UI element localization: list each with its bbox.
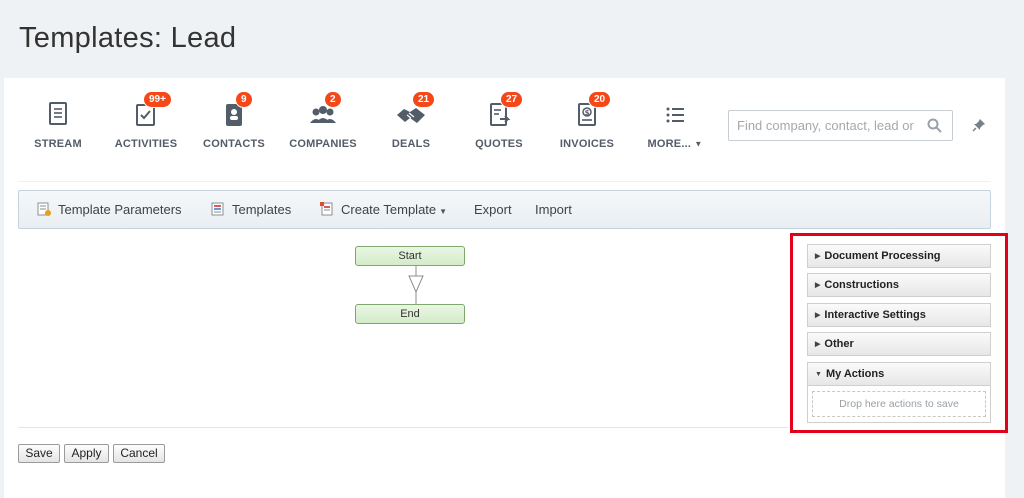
page-title: Templates: Lead bbox=[19, 22, 237, 54]
drop-zone[interactable]: Drop here actions to save bbox=[812, 390, 986, 417]
templates-label: Templates bbox=[232, 202, 292, 217]
designer-toolbar: Template Parameters Templates Create Tem… bbox=[18, 190, 991, 229]
triangle-right-icon: ▶ bbox=[815, 341, 821, 349]
companies-icon: 2 bbox=[310, 91, 342, 129]
cancel-button[interactable]: Cancel bbox=[113, 444, 165, 463]
nav-label: QUOTES bbox=[475, 138, 523, 150]
category-constructions[interactable]: ▶ Constructions bbox=[807, 273, 991, 298]
nav-item-invoices[interactable]: $ 20 INVOICES bbox=[542, 91, 632, 150]
nav-item-activities[interactable]: 99+ ACTIVITIES bbox=[101, 91, 191, 150]
apply-button[interactable]: Apply bbox=[64, 444, 109, 463]
create-template-label: Create Template bbox=[341, 202, 437, 217]
nav-label: DEALS bbox=[391, 138, 431, 150]
category-label: Constructions bbox=[824, 279, 899, 292]
more-label: MORE... bbox=[647, 138, 692, 150]
nav-item-deals[interactable]: 21 DEALS bbox=[366, 91, 456, 150]
divider bbox=[18, 181, 991, 182]
invoices-icon: $ 20 bbox=[574, 91, 612, 129]
templates-icon bbox=[211, 202, 224, 216]
nav-label: CONTACTS bbox=[203, 138, 265, 150]
template-parameters-label: Template Parameters bbox=[58, 202, 182, 217]
category-label: Interactive Settings bbox=[824, 308, 926, 321]
category-other[interactable]: ▶ Other bbox=[807, 332, 991, 357]
search-input[interactable] bbox=[729, 111, 914, 140]
search-box bbox=[728, 110, 953, 141]
category-label: Document Processing bbox=[824, 250, 941, 262]
badge: 21 bbox=[412, 91, 436, 108]
connector-arrow-icon bbox=[408, 266, 424, 304]
category-label: Other bbox=[824, 338, 854, 351]
parameters-icon bbox=[37, 202, 51, 217]
svg-text:$: $ bbox=[585, 109, 590, 117]
nav-item-quotes[interactable]: 27 QUOTES bbox=[454, 91, 544, 150]
badge: 99+ bbox=[143, 91, 172, 108]
triangle-right-icon: ▶ bbox=[815, 282, 821, 290]
nav-item-stream[interactable]: STREAM bbox=[13, 95, 103, 150]
triangle-right-icon: ▶ bbox=[815, 311, 821, 319]
search-icon[interactable] bbox=[927, 118, 942, 138]
chevron-down-icon: ▼ bbox=[694, 139, 703, 149]
triangle-down-icon: ▼ bbox=[815, 370, 822, 378]
triangle-right-icon: ▶ bbox=[815, 253, 821, 260]
quotes-icon: 27 bbox=[486, 91, 524, 129]
end-block[interactable]: End bbox=[355, 304, 465, 324]
nav-label: COMPANIES bbox=[289, 138, 357, 150]
pin-icon[interactable] bbox=[972, 118, 986, 137]
activities-panel: ▶ Document Processing ▶ Constructions ▶ Int… bbox=[807, 244, 991, 423]
list-icon bbox=[662, 101, 688, 129]
activities-icon: 99+ bbox=[133, 91, 172, 129]
nav-item-more[interactable]: MORE... ▼ bbox=[630, 95, 720, 150]
save-button[interactable]: Save bbox=[18, 444, 60, 463]
template-parameters-button[interactable]: Template Parameters bbox=[36, 191, 182, 228]
nav-label: INVOICES bbox=[559, 138, 615, 150]
divider bbox=[18, 427, 788, 428]
templates-button[interactable]: Templates bbox=[210, 191, 291, 228]
import-button[interactable]: Import bbox=[535, 191, 572, 228]
deals-icon: 21 bbox=[397, 91, 436, 129]
my-actions-body: Drop here actions to save bbox=[807, 385, 991, 423]
category-label: My Actions bbox=[825, 367, 885, 380]
chevron-down-icon: ▼ bbox=[439, 207, 448, 216]
stream-icon bbox=[45, 101, 71, 129]
create-template-icon bbox=[320, 202, 333, 216]
category-document-processing[interactable]: ▶ Document Processing bbox=[807, 244, 991, 268]
nav-label: MORE... ▼ bbox=[630, 138, 720, 150]
nav-label: STREAM bbox=[34, 138, 82, 150]
badge: 20 bbox=[588, 91, 612, 108]
badge: 2 bbox=[324, 91, 342, 108]
contacts-icon: 9 bbox=[221, 91, 253, 129]
category-interactive-settings[interactable]: ▶ Interactive Settings bbox=[807, 302, 991, 327]
nav-item-companies[interactable]: 2 COMPANIES bbox=[278, 91, 368, 150]
badge: 27 bbox=[500, 91, 524, 108]
nav-label: ACTIVITIES bbox=[114, 138, 178, 150]
nav-item-contacts[interactable]: 9 CONTACTS bbox=[189, 91, 279, 150]
badge: 9 bbox=[235, 91, 253, 108]
start-block[interactable]: Start bbox=[355, 246, 465, 266]
category-my-actions[interactable]: ▼ My Actions bbox=[807, 361, 991, 386]
export-button[interactable]: Export bbox=[474, 191, 512, 228]
create-template-button[interactable]: Create Template ▼ bbox=[319, 191, 447, 228]
